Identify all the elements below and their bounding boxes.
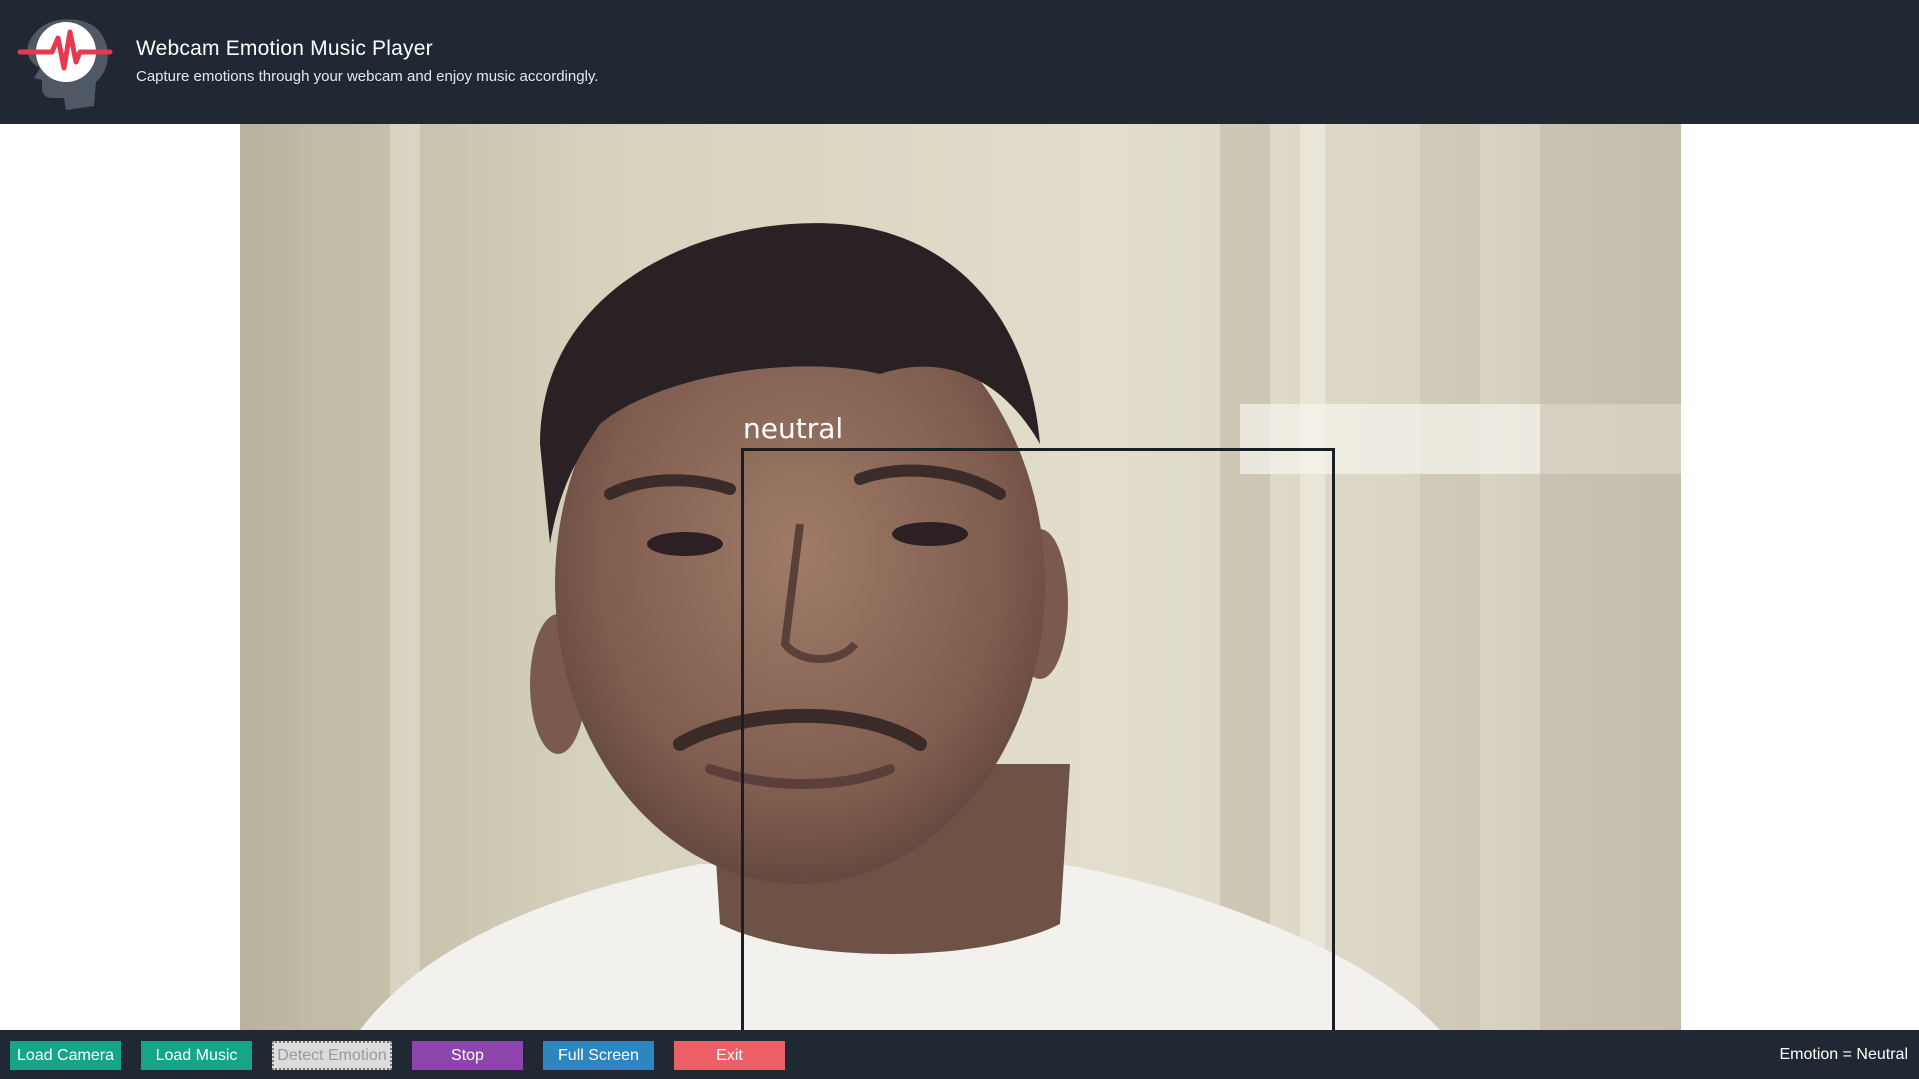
exit-button[interactable]: Exit: [674, 1041, 785, 1070]
face-detection-box: [741, 448, 1335, 1030]
load-camera-button[interactable]: Load Camera: [10, 1041, 121, 1070]
stop-button[interactable]: Stop: [412, 1041, 523, 1070]
app-header: Webcam Emotion Music Player Capture emot…: [0, 0, 1919, 124]
emotion-status-text: Emotion = Neutral: [1779, 1046, 1908, 1063]
full-screen-button[interactable]: Full Screen: [543, 1041, 654, 1070]
app-title: Webcam Emotion Music Player: [136, 37, 433, 60]
webcam-feed: neutral: [240, 124, 1681, 1030]
head-heartbeat-icon: [14, 10, 116, 112]
load-music-button[interactable]: Load Music: [141, 1041, 252, 1070]
app-subtitle: Capture emotions through your webcam and…: [136, 68, 599, 85]
face-emotion-label: neutral: [743, 412, 844, 445]
detect-emotion-button[interactable]: Detect Emotion: [272, 1041, 392, 1070]
